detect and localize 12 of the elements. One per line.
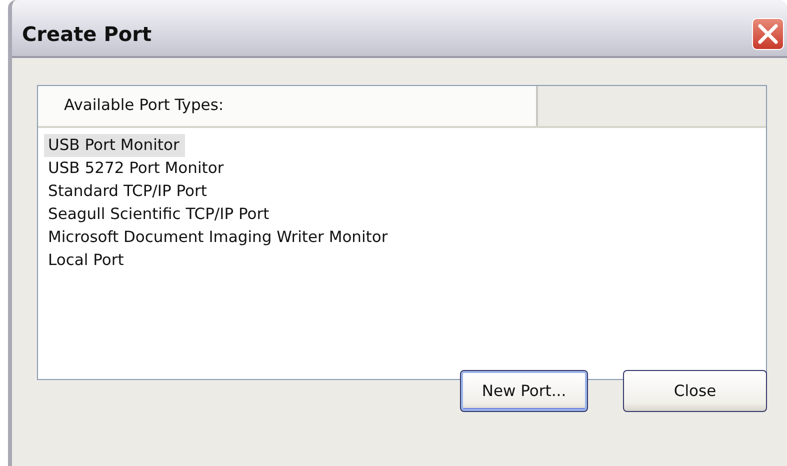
list-item[interactable]: USB Port Monitor bbox=[44, 134, 186, 157]
list-item[interactable]: Local Port bbox=[44, 249, 130, 272]
close-button[interactable] bbox=[752, 18, 784, 50]
column-header[interactable]: Available Port Types: bbox=[38, 86, 538, 126]
list-item[interactable]: Seagull Scientific TCP/IP Port bbox=[44, 203, 276, 226]
window-title: Create Port bbox=[22, 22, 152, 46]
close-dialog-button[interactable]: Close bbox=[623, 370, 767, 412]
new-port-button[interactable]: New Port... bbox=[460, 370, 588, 412]
list-item[interactable]: Standard TCP/IP Port bbox=[44, 180, 213, 203]
list-item[interactable]: USB 5272 Port Monitor bbox=[44, 157, 230, 180]
list-item[interactable]: Microsoft Document Imaging Writer Monitor bbox=[44, 226, 394, 249]
close-icon bbox=[757, 23, 779, 45]
